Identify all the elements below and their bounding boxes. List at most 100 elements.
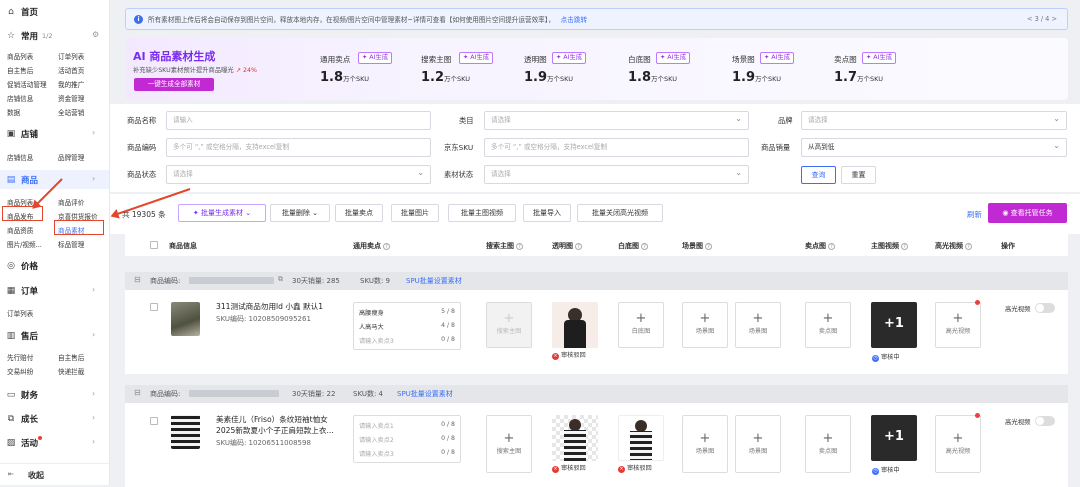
chevron-right-icon: › [92, 389, 96, 398]
gear-icon[interactable]: ⚙ [92, 30, 99, 39]
batch-selling-button[interactable]: 批量卖点 [335, 204, 383, 222]
banner-pager[interactable]: < 3 / 4 > [1027, 15, 1057, 23]
sidebar-sub-item[interactable]: 促销活动管理 [7, 79, 47, 89]
batch-generate-button[interactable]: ✦ 批量生成素材 ⌄ [178, 204, 266, 222]
row-checkbox[interactable] [150, 417, 158, 425]
filter-label: 品牌 [778, 116, 793, 125]
sidebar-sub-item[interactable]: 全站营销 [58, 107, 84, 117]
product-thumbnail[interactable] [171, 415, 200, 449]
product-title[interactable]: 311测试商品勿用ld 小鑫 默认1 [216, 301, 346, 312]
generate-all-button[interactable]: 一键生成全部素材 [134, 78, 214, 91]
sidebar-sub-item[interactable]: 店铺信息 [7, 152, 33, 162]
expand-icon[interactable]: ⊟ [134, 275, 141, 284]
sidebar-sub-item[interactable]: 资金管理 [58, 93, 84, 103]
sidebar-sub-item[interactable]: 活动首页 [58, 65, 84, 75]
transparent-image[interactable] [552, 302, 598, 348]
sidebar-item-finance[interactable]: ▭ 财务 [6, 389, 38, 401]
reset-button[interactable]: 重置 [841, 166, 876, 184]
main-video-thumbnail[interactable]: +1 [871, 415, 917, 461]
ai-generate-button[interactable]: ✦ AI生成 [656, 52, 691, 64]
scene-image-slot[interactable]: + 场景图 [682, 415, 728, 473]
sidebar-sub-item[interactable]: 快递拦截 [58, 366, 84, 376]
sidebar-sub-item[interactable]: 品牌管理 [58, 152, 84, 162]
product-title[interactable]: 美素佳儿（Friso）条纹短袖t恤女2025新款夏小个子正肩短款上衣... [216, 414, 346, 436]
selling-points-box[interactable]: 高腰瘦身 5 / 8 人高马大 4 / 8 请输入卖点3 0 / 8 [353, 302, 461, 350]
category-select[interactable]: 请选择 [484, 111, 749, 130]
column-header: 操作 [1001, 242, 1015, 250]
batch-main-video-button[interactable]: 批量主图视频 [448, 204, 516, 222]
sidebar-sub-item[interactable]: 商品评价 [58, 197, 84, 207]
jd-sku-input[interactable]: 多个可 “,” 或空格分隔，支持excel复制 [484, 138, 749, 157]
product-thumbnail[interactable] [171, 302, 200, 336]
select-all-checkbox[interactable] [150, 241, 158, 249]
ai-generate-button[interactable]: ✦ AI生成 [459, 52, 494, 64]
scene-image-slot[interactable]: + 场景图 [682, 302, 728, 348]
ai-generate-button[interactable]: ✦ AI生成 [552, 52, 587, 64]
batch-close-highlight-button[interactable]: 批量关闭高光视频 [577, 204, 663, 222]
material-status-select[interactable]: 请选择 [484, 165, 749, 184]
sidebar-sub-item[interactable]: 我的推广 [58, 79, 84, 89]
highlight-toggle[interactable] [1035, 303, 1055, 313]
ai-generate-button[interactable]: ✦ AI生成 [358, 52, 393, 64]
sidebar-sub-item[interactable]: 先行赔付 [7, 352, 33, 362]
sidebar-sub-item[interactable]: 订单列表 [7, 308, 33, 318]
ai-generate-button[interactable]: ✦ AI生成 [862, 52, 897, 64]
query-button[interactable]: 查询 [801, 166, 836, 184]
row-checkbox[interactable] [150, 303, 158, 311]
highlight-toggle[interactable] [1035, 416, 1055, 426]
spu-batch-link[interactable]: SPU批量设置素材 [406, 276, 462, 286]
metric-value: 1.8 [320, 70, 344, 85]
spu-batch-link[interactable]: SPU批量设置素材 [397, 389, 453, 399]
sidebar-item-common[interactable]: ☆ 常用 1/2 [6, 30, 53, 42]
sidebar-sub-item[interactable]: 图片/视频... [7, 239, 42, 249]
sidebar-sub-item[interactable]: 店铺信息 [7, 93, 33, 103]
search-main-slot[interactable]: + 搜索主图 [486, 415, 532, 473]
metric-unit: 万个SKU [857, 75, 884, 83]
selling-image-slot[interactable]: + 卖点图 [805, 302, 851, 348]
sidebar-sub-item[interactable]: 自主售后 [7, 65, 33, 75]
brand-select[interactable]: 请选择 [801, 111, 1067, 130]
refresh-link[interactable]: 刷新 [967, 209, 982, 220]
sidebar-item-aftersale[interactable]: ▥ 售后 [6, 330, 38, 342]
white-image[interactable] [618, 415, 664, 461]
sidebar-item-home[interactable]: ⌂ 首页 [6, 6, 38, 18]
sidebar-item-growth[interactable]: ⧉ 成长 [6, 413, 38, 425]
sidebar-item-order[interactable]: ▦ 订单 [6, 285, 38, 297]
batch-delete-button[interactable]: 批量删除 ⌄ [270, 204, 330, 222]
sidebar-sub-item[interactable]: 订单列表 [58, 51, 84, 61]
star-icon: ☆ [6, 31, 16, 41]
scene-image-slot[interactable]: + 场景图 [735, 415, 781, 473]
white-image-slot[interactable]: + 白底图 [618, 302, 664, 348]
selling-points-box[interactable]: 请输入卖点1 0 / 8 请输入卖点2 0 / 8 请输入卖点3 0 / 8 [353, 415, 461, 463]
view-tasks-button[interactable]: ◉ 查看托管任务 [988, 203, 1067, 223]
copy-icon[interactable]: ⧉ [278, 275, 283, 284]
transparent-image[interactable] [552, 415, 598, 461]
banner-link[interactable]: 点击跳转 [561, 14, 587, 24]
collapse-button[interactable]: ⇤ 收起 [0, 463, 110, 485]
sidebar-item-activity[interactable]: ▨ 活动 [6, 437, 38, 449]
main-video-thumbnail[interactable]: +1 [871, 302, 917, 348]
product-code-input[interactable]: 多个可 “,” 或空格分隔，支持excel复制 [166, 138, 431, 157]
sidebar-sub-item[interactable]: 数据 [7, 107, 20, 117]
expand-icon[interactable]: ⊟ [134, 388, 141, 397]
sales-sort-select[interactable]: 从高到低 [801, 138, 1067, 157]
sidebar-item-shop[interactable]: ▣ 店铺 [6, 128, 38, 140]
sidebar-sub-item[interactable]: 商品列表 [7, 51, 33, 61]
sidebar-sub-item[interactable]: 标品管理 [58, 239, 84, 249]
status-badge: ◷ 审核中 [872, 467, 900, 475]
scene-image-slot[interactable]: + 场景图 [735, 302, 781, 348]
sidebar-item-goods[interactable]: ▤ 商品 [6, 174, 38, 186]
ai-generate-button[interactable]: ✦ AI生成 [760, 52, 795, 64]
selling-image-slot[interactable]: + 卖点图 [805, 415, 851, 473]
goods-icon: ▤ [6, 175, 16, 185]
highlight-video-slot[interactable]: + 高光视频 [935, 415, 981, 473]
sidebar-sub-item[interactable]: 自主售后 [58, 352, 84, 362]
sidebar-sub-item[interactable]: 商品资质 [7, 225, 33, 235]
batch-image-button[interactable]: 批量图片 [391, 204, 439, 222]
batch-import-button[interactable]: 批量导入 [523, 204, 571, 222]
sidebar-item-price[interactable]: ◎ 价格 [6, 260, 38, 272]
highlight-video-slot[interactable]: + 高光视频 [935, 302, 981, 348]
product-status-select[interactable]: 请选择 [166, 165, 431, 184]
product-name-input[interactable]: 请输入 [166, 111, 431, 130]
sidebar-sub-item[interactable]: 交易纠纷 [7, 366, 33, 376]
